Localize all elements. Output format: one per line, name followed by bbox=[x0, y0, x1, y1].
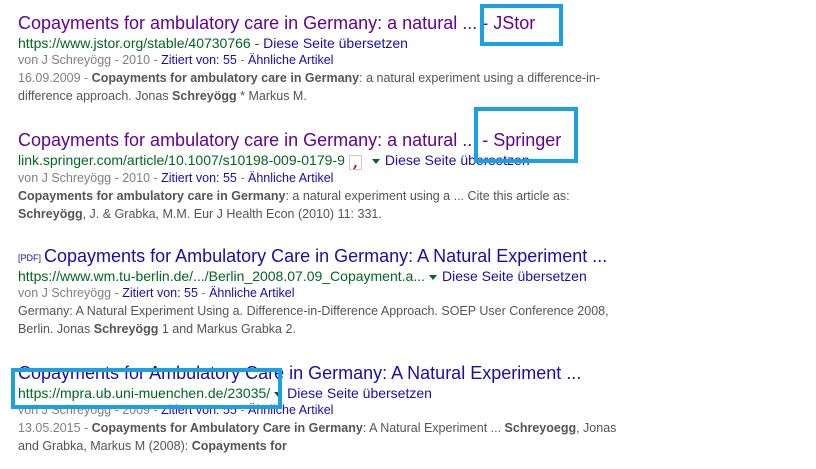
cited-by-link[interactable]: Zitiert von: 55 bbox=[161, 171, 237, 185]
snippet-bold: Schreyoegg bbox=[504, 421, 577, 435]
author-year: von J Schreyögg - 2010 - bbox=[18, 53, 162, 67]
highlight-box-jstor bbox=[480, 4, 563, 46]
chevron-down-icon[interactable] bbox=[371, 158, 380, 164]
result-url[interactable]: https://www.wm.tu-berlin.de/.../Berlin_2… bbox=[18, 268, 425, 284]
result-snippet: Copayments for ambulatory care in German… bbox=[18, 187, 628, 223]
result-date: 16.09.2009 - bbox=[18, 71, 92, 85]
result-snippet: Germany: A Natural Experiment Using a. D… bbox=[18, 302, 628, 338]
snippet-text: , J. & Grabka, M.M. Eur J Health Econ (2… bbox=[82, 207, 382, 221]
snippet-text: : A Natural Experiment ... bbox=[362, 421, 505, 435]
result-date: 13.05.2015 - bbox=[18, 421, 92, 435]
translate-link[interactable]: Diese Seite übersetzen bbox=[287, 385, 432, 401]
pdf-tag: [PDF] bbox=[18, 253, 42, 263]
translate-link[interactable]: Diese Seite übersetzen bbox=[263, 35, 408, 51]
snippet-bold: Copayments for Ambulatory Care in German… bbox=[91, 421, 363, 435]
result-title[interactable]: [PDF] Copayments for Ambulatory Care in G… bbox=[18, 245, 628, 267]
cited-by-link[interactable]: Zitiert von: 55 bbox=[122, 286, 198, 300]
author-year: von J Schreyögg - 2010 - bbox=[18, 171, 162, 185]
snippet-bold: Copayments for bbox=[191, 439, 287, 453]
highlight-box-mpra-url bbox=[11, 368, 282, 409]
snippet-bold: Copayments for ambulatory care in German… bbox=[18, 189, 286, 203]
snippet-text: : a natural experiment using a ... Cite … bbox=[285, 189, 570, 203]
related-articles-link[interactable]: Ähnliche Artikel bbox=[248, 53, 333, 67]
snippet-text: * Markus M. bbox=[236, 89, 307, 103]
result-meta: von J Schreyögg - 2010 - Zitiert von: 55… bbox=[18, 171, 334, 185]
author-year: von J Schreyögg - bbox=[18, 286, 123, 300]
result-url-line: https://www.wm.tu-berlin.de/.../Berlin_2… bbox=[18, 268, 628, 285]
result-url[interactable]: https://www.jstor.org/stable/40730766 bbox=[18, 35, 251, 51]
snippet-bold: Copayments for ambulatory care in German… bbox=[91, 71, 360, 85]
result-snippet: 13.05.2015 - Copayments for Ambulatory C… bbox=[18, 419, 628, 455]
result-meta: von J Schreyögg - Zitiert von: 55 - Ähnl… bbox=[18, 286, 295, 300]
snippet-bold: Schreyögg bbox=[18, 207, 83, 221]
snippet-bold: Schreyögg bbox=[93, 322, 159, 336]
chevron-down-icon[interactable] bbox=[429, 274, 437, 280]
url-separator: - bbox=[250, 35, 264, 51]
snippet-text: 1 and Markus Grabka 2. bbox=[158, 322, 296, 336]
result-snippet: 16.09.2009 - Copayments for ambulatory c… bbox=[18, 69, 628, 105]
translate-link[interactable]: Diese Seite übersetzen bbox=[442, 268, 587, 284]
quote-icon[interactable]: , bbox=[348, 155, 362, 170]
search-result: [PDF] Copayments for Ambulatory Care in G… bbox=[18, 245, 628, 338]
related-articles-link[interactable]: Ähnliche Artikel bbox=[209, 286, 294, 300]
result-title-text: Copayments for Ambulatory Care in German… bbox=[44, 246, 608, 266]
related-articles-link[interactable]: Ähnliche Artikel bbox=[248, 171, 333, 185]
snippet-bold: Schreyögg bbox=[172, 89, 237, 103]
result-url[interactable]: link.springer.com/article/10.1007/s10198… bbox=[18, 152, 345, 168]
highlight-box-springer bbox=[474, 107, 578, 163]
cited-by-link[interactable]: Zitiert von: 55 bbox=[161, 53, 237, 67]
result-meta: von J Schreyögg - 2010 - Zitiert von: 55… bbox=[18, 53, 334, 67]
